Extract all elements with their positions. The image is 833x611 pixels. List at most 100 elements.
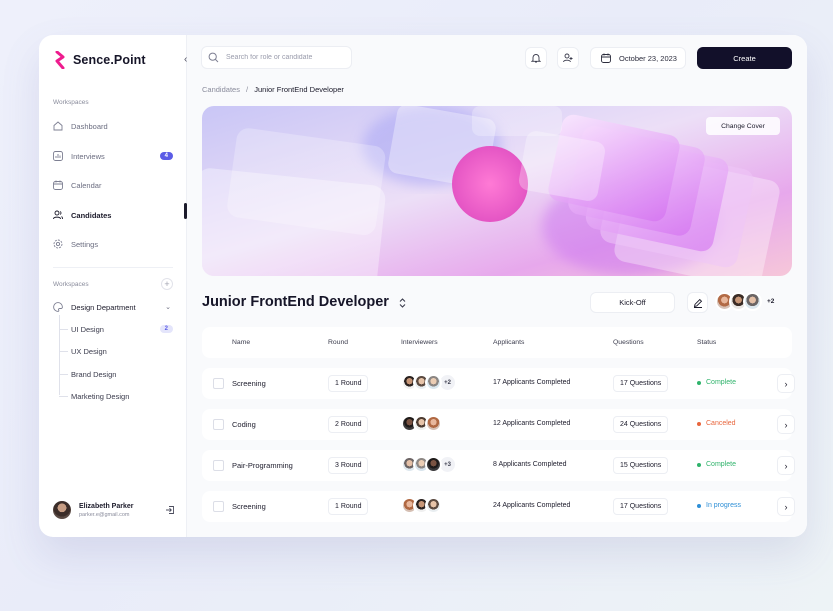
- home-icon: [53, 121, 63, 131]
- avatar: [425, 374, 442, 391]
- round-pill: 1 Round: [328, 498, 369, 515]
- interviewer-avatars[interactable]: +2: [401, 374, 455, 391]
- interviewer-avatars[interactable]: +3: [401, 456, 455, 473]
- column-header: Questions: [613, 339, 644, 346]
- questions-pill: 17 Questions: [613, 375, 669, 392]
- app-name: Sence.Point: [73, 53, 146, 67]
- team-avatars[interactable]: +2: [715, 292, 774, 311]
- sidebar-item-settings[interactable]: Settings: [53, 235, 173, 253]
- column-header: Applicants: [493, 339, 525, 346]
- more-interviewers-count: +3: [440, 457, 455, 472]
- sidebar-item-label: Candidates: [71, 210, 112, 220]
- calendar-icon: [601, 53, 611, 63]
- sidebar: Sence.Point ‹ Workspaces Dashboard Inter…: [39, 35, 187, 537]
- add-workspace-button[interactable]: +: [161, 278, 173, 290]
- round-pill: 2 Round: [328, 416, 369, 433]
- table-row[interactable]: Screening 1 Round +2 17 Applicants Compl…: [202, 368, 795, 399]
- sidebar-item-label: Dashboard: [71, 121, 108, 131]
- sub-item-label: UX Design: [71, 346, 107, 356]
- chevron-down-icon[interactable]: ⌄: [165, 303, 171, 311]
- sub-item-marketing-design[interactable]: Marketing Design: [59, 389, 173, 403]
- applicants-text: 24 Applicants Completed: [493, 502, 571, 509]
- add-user-button[interactable]: [557, 47, 579, 69]
- app-window: Sence.Point ‹ Workspaces Dashboard Inter…: [39, 35, 807, 537]
- logo[interactable]: Sence.Point: [53, 51, 146, 69]
- sub-item-brand-design[interactable]: Brand Design: [59, 367, 173, 381]
- sidebar-item-label: Settings: [71, 239, 99, 249]
- column-header: Interviewers: [401, 339, 438, 346]
- status-badge: Complete: [697, 461, 736, 468]
- interviewer-avatars[interactable]: [401, 497, 442, 514]
- abstract-cover-art: [202, 106, 792, 276]
- sidebar-item-calendar[interactable]: Calendar: [53, 176, 173, 194]
- search-input[interactable]: [226, 54, 346, 61]
- user-plus-icon: [563, 53, 573, 63]
- sidebar-item-dashboard[interactable]: Dashboard: [53, 117, 173, 135]
- logout-icon[interactable]: [165, 505, 175, 515]
- more-members-count: +2: [767, 298, 775, 305]
- table-row[interactable]: Screening 1 Round 24 Applicants Complete…: [202, 491, 795, 522]
- breadcrumb-current: Junior FrontEnd Developer: [254, 85, 344, 94]
- round-pill: 3 Round: [328, 457, 369, 474]
- row-checkbox[interactable]: [213, 419, 224, 430]
- interviewer-avatars[interactable]: [401, 415, 442, 432]
- avatar: [425, 497, 442, 514]
- round-name: Pair-Programming: [232, 461, 293, 470]
- status-badge: Complete: [697, 379, 736, 386]
- calendar-icon: [53, 180, 63, 190]
- more-interviewers-count: +2: [440, 375, 455, 390]
- date-picker[interactable]: October 23, 2023: [590, 47, 686, 69]
- sidebar-item-label: Calendar: [71, 180, 102, 190]
- cover-image: [202, 106, 792, 276]
- user-profile[interactable]: Elizabeth Parker parker.e@gmail.com: [53, 501, 175, 519]
- count-badge: 4: [159, 152, 173, 160]
- user-email: parker.e@gmail.com: [79, 511, 130, 518]
- page-title: Junior FrontEnd Developer: [202, 294, 389, 310]
- chevron-right-icon[interactable]: ›: [777, 374, 795, 393]
- chevron-right-icon[interactable]: ›: [777, 456, 795, 475]
- column-header: Name: [232, 339, 251, 346]
- row-checkbox[interactable]: [213, 460, 224, 471]
- breadcrumb: Candidates / Junior FrontEnd Developer: [202, 85, 344, 94]
- sub-item-ux-design[interactable]: UX Design: [59, 344, 173, 358]
- sub-item-ui-design[interactable]: UI Design 2: [59, 322, 173, 336]
- column-header: Status: [697, 339, 717, 346]
- logo-icon: [55, 51, 65, 69]
- search-box[interactable]: [201, 46, 352, 69]
- row-checkbox[interactable]: [213, 501, 224, 512]
- sidebar-item-interviews[interactable]: Interviews 4: [53, 147, 173, 165]
- users-icon: [53, 210, 63, 220]
- status-badge: Canceled: [697, 420, 736, 427]
- sidebar-item-label: Interviews: [71, 151, 105, 161]
- pencil-icon: [693, 298, 702, 308]
- row-checkbox[interactable]: [213, 378, 224, 389]
- sidebar-item-candidates[interactable]: Candidates: [53, 206, 173, 224]
- table-row[interactable]: Pair-Programming 3 Round +3 8 Applicants…: [202, 450, 795, 481]
- applicants-text: 8 Applicants Completed: [493, 461, 567, 468]
- chart-icon: [53, 151, 63, 161]
- palette-icon: [53, 302, 63, 312]
- round-name: Screening: [232, 502, 266, 511]
- tree-line: [59, 315, 60, 395]
- user-name: Elizabeth Parker: [79, 502, 134, 510]
- breadcrumb-separator: /: [246, 85, 249, 94]
- current-date: October 23, 2023: [619, 53, 677, 63]
- chevron-right-icon[interactable]: ›: [777, 497, 795, 516]
- breadcrumb-parent[interactable]: Candidates: [202, 85, 240, 94]
- divider: [53, 267, 173, 268]
- avatar: [425, 456, 442, 473]
- avatar: [743, 292, 762, 311]
- chevron-right-icon[interactable]: ›: [777, 415, 795, 434]
- edit-button[interactable]: [687, 292, 708, 313]
- sub-item-label: Marketing Design: [71, 391, 130, 401]
- table-row[interactable]: Coding 2 Round 12 Applicants Completed 2…: [202, 409, 795, 440]
- chevron-up-down-icon[interactable]: [398, 297, 407, 309]
- avatar: [425, 415, 442, 432]
- questions-pill: 17 Questions: [613, 498, 669, 515]
- notifications-button[interactable]: [525, 47, 547, 69]
- workspace-design-department[interactable]: Design Department ⌄: [53, 298, 173, 316]
- change-cover-button[interactable]: Change Cover: [706, 117, 780, 135]
- kickoff-button[interactable]: Kick-Off: [590, 292, 675, 313]
- questions-pill: 15 Questions: [613, 457, 669, 474]
- create-button[interactable]: Create: [697, 47, 792, 69]
